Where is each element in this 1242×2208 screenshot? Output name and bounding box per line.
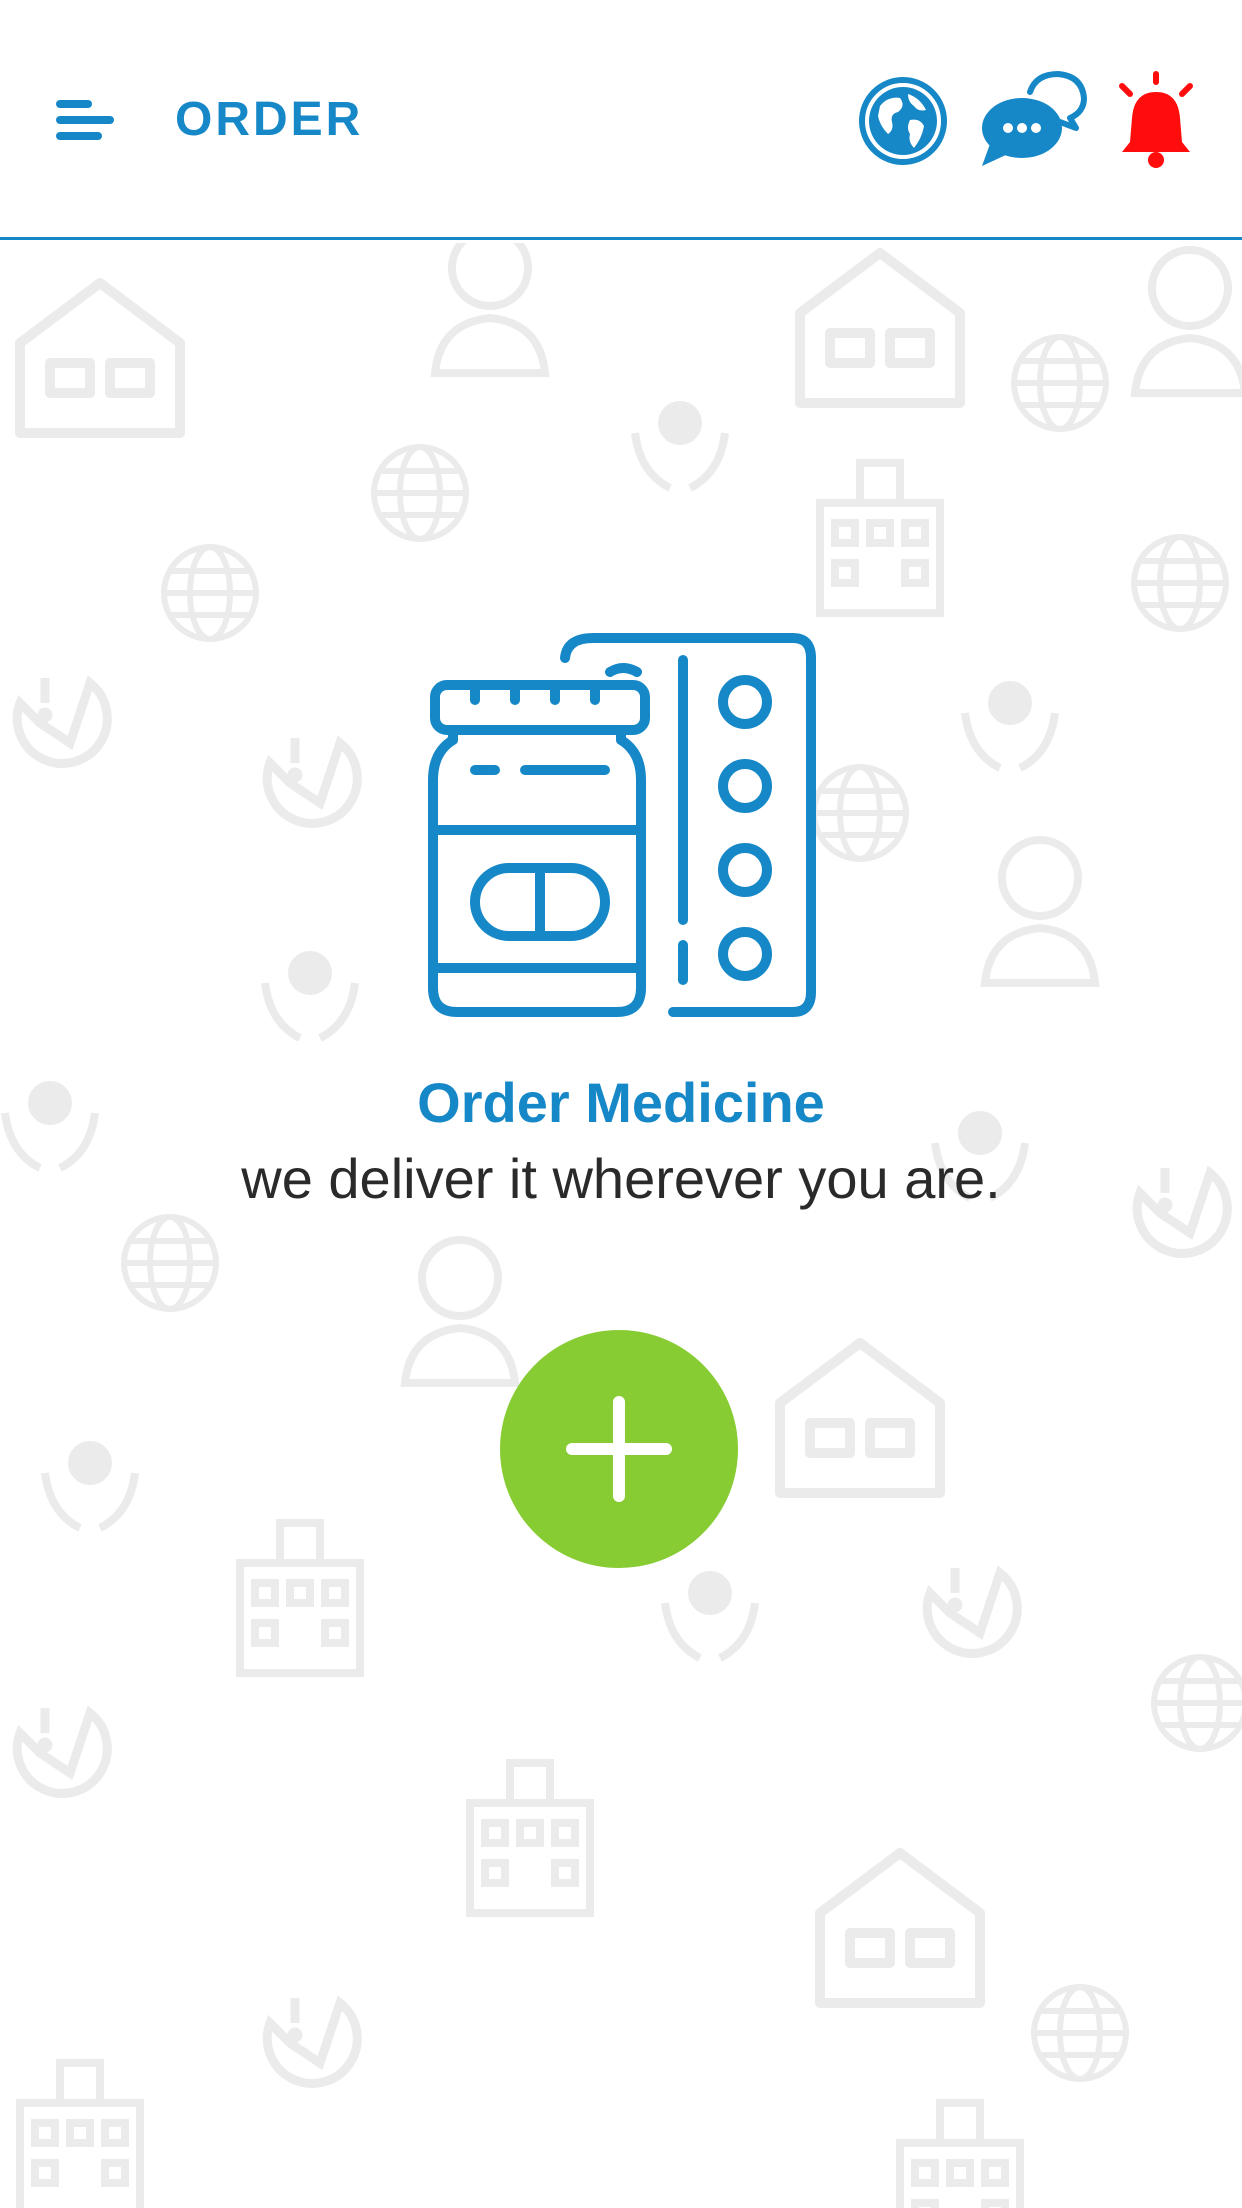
app-header: ORDER: [0, 0, 1242, 240]
order-screen: ORDER Order Medicine we deliver it where…: [0, 0, 1242, 2208]
delivery-subtitle: we deliver it wherever you are.: [241, 1147, 1001, 1210]
chat-bubbles-icon[interactable]: [978, 70, 1088, 170]
globe-icon[interactable]: [858, 76, 948, 166]
bell-icon[interactable]: [1116, 70, 1196, 170]
order-medicine-title: Order Medicine: [417, 1071, 825, 1134]
background-pattern: [0, 243, 1242, 2208]
medicine-bottle-and-pill-strip-icon: [428, 633, 816, 1017]
page-title: ORDER: [175, 93, 364, 146]
hamburger-menu-icon[interactable]: [50, 90, 120, 150]
add-order-button[interactable]: [500, 1330, 738, 1568]
